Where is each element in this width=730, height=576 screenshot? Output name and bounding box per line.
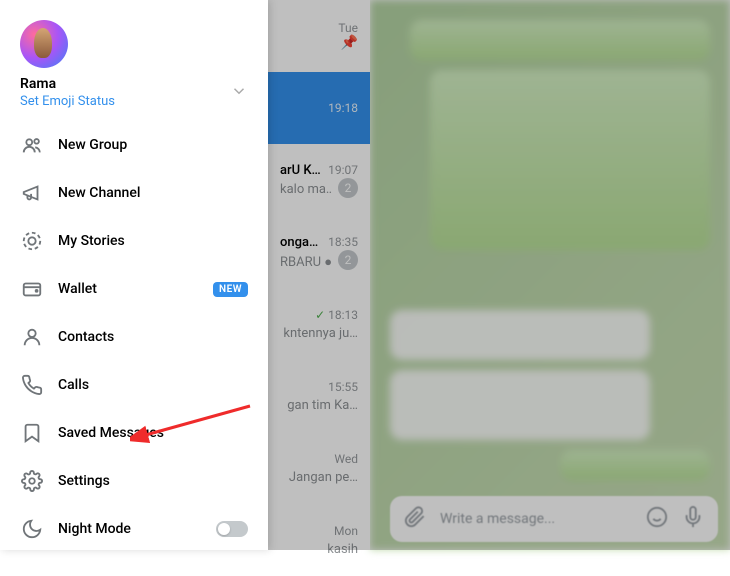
- menu-calls[interactable]: Calls: [0, 361, 268, 409]
- chevron-down-icon[interactable]: [230, 82, 248, 104]
- set-emoji-status-link[interactable]: Set Emoji Status: [20, 94, 115, 109]
- menu-new-channel[interactable]: New Channel: [0, 169, 268, 217]
- bookmark-icon: [20, 421, 44, 445]
- menu-new-group[interactable]: New Group: [0, 121, 268, 169]
- gear-icon: [20, 469, 44, 493]
- contact-icon: [20, 325, 44, 349]
- profile-section: Rama Set Emoji Status: [0, 0, 268, 121]
- group-icon: [20, 133, 44, 157]
- username: Rama: [20, 76, 115, 92]
- main-menu-drawer: Rama Set Emoji Status New Group New Chan…: [0, 0, 268, 550]
- menu-contacts[interactable]: Contacts: [0, 313, 268, 361]
- new-badge: NEW: [213, 282, 248, 297]
- menu-list: New Group New Channel My Stories Wallet …: [0, 121, 268, 550]
- menu-night-mode[interactable]: Night Mode: [0, 505, 268, 550]
- avatar[interactable]: [20, 20, 68, 68]
- menu-my-stories[interactable]: My Stories: [0, 217, 268, 265]
- night-mode-toggle[interactable]: [216, 521, 248, 537]
- menu-settings[interactable]: Settings: [0, 457, 268, 505]
- menu-wallet[interactable]: Wallet NEW: [0, 265, 268, 313]
- moon-icon: [20, 517, 44, 541]
- wallet-icon: [20, 277, 44, 301]
- megaphone-icon: [20, 181, 44, 205]
- menu-saved-messages[interactable]: Saved Messages: [0, 409, 268, 457]
- stories-icon: [20, 229, 44, 253]
- phone-icon: [20, 373, 44, 397]
